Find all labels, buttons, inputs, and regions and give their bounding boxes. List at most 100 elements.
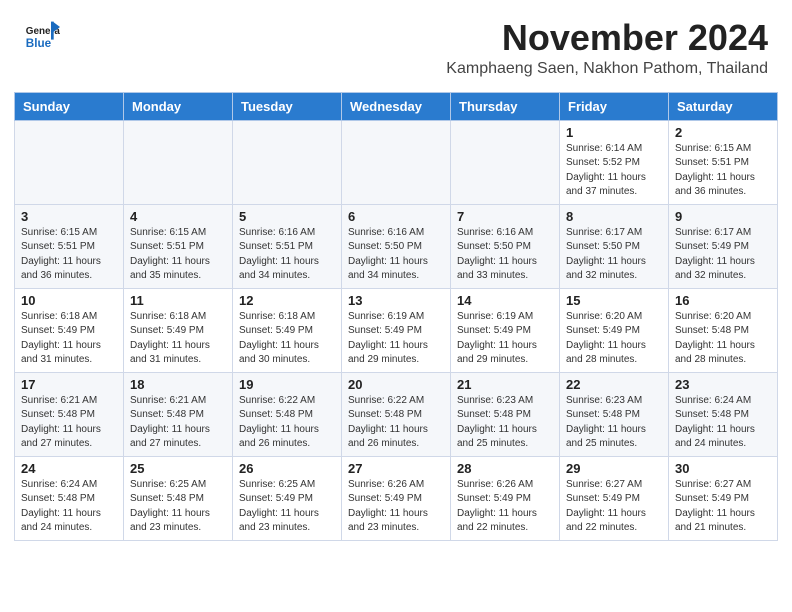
calendar-week-row: 24 Sunrise: 6:24 AMSunset: 5:48 PMDayligh…: [15, 456, 778, 540]
day-number: 2: [675, 125, 771, 140]
day-number: 21: [457, 377, 553, 392]
calendar-cell: 2 Sunrise: 6:15 AMSunset: 5:51 PMDaylight…: [669, 120, 778, 204]
calendar-cell: 9Sunrise: 6:17 AMSunset: 5:49 PMDaylight…: [669, 204, 778, 288]
calendar-cell: [342, 120, 451, 204]
title-block: November 2024 Kamphaeng Saen, Nakhon Pat…: [446, 18, 768, 78]
day-info: Sunrise: 6:19 AMSunset: 5:49 PMDaylight:…: [348, 310, 444, 368]
calendar-cell: 16Sunrise: 6:20 AMSunset: 5:48 PMDayligh…: [669, 288, 778, 372]
day-info: Sunrise: 6:16 AMSunset: 5:51 PMDaylight:…: [239, 226, 335, 284]
day-info: Sunrise: 6:16 AMSunset: 5:50 PMDaylight:…: [457, 226, 553, 284]
calendar-cell: 12 Sunrise: 6:18 AMSunset: 5:49 PMDayligh…: [233, 288, 342, 372]
calendar-table: SundayMondayTuesdayWednesdayThursdayFrid…: [14, 92, 778, 541]
day-number: 24: [21, 461, 117, 476]
calendar-cell: 17 Sunrise: 6:21 AMSunset: 5:48 PMDayligh…: [15, 372, 124, 456]
calendar-week-row: 3 Sunrise: 6:15 AMSunset: 5:51 PMDaylight…: [15, 204, 778, 288]
day-number: 1: [566, 125, 662, 140]
day-info: Sunrise: 6:20 AMSunset: 5:49 PMDaylight:…: [566, 310, 662, 368]
calendar-cell: 21 Sunrise: 6:23 AMSunset: 5:48 PMDayligh…: [451, 372, 560, 456]
day-info: Sunrise: 6:19 AMSunset: 5:49 PMDaylight:…: [457, 310, 553, 368]
day-number: 22: [566, 377, 662, 392]
column-header-saturday: Saturday: [669, 92, 778, 120]
day-number: 8: [566, 209, 662, 224]
day-info: Sunrise: 6:23 AMSunset: 5:48 PMDaylight:…: [457, 394, 553, 452]
day-info: Sunrise: 6:17 AMSunset: 5:50 PMDaylight:…: [566, 226, 662, 284]
day-number: 15: [566, 293, 662, 308]
day-info: Sunrise: 6:27 AMSunset: 5:49 PMDaylight:…: [675, 478, 771, 536]
day-info: Sunrise: 6:25 AMSunset: 5:48 PMDaylight:…: [130, 478, 226, 536]
column-header-tuesday: Tuesday: [233, 92, 342, 120]
day-info: Sunrise: 6:24 AMSunset: 5:48 PMDaylight:…: [21, 478, 117, 536]
day-number: 30: [675, 461, 771, 476]
day-number: 29: [566, 461, 662, 476]
day-info: Sunrise: 6:18 AMSunset: 5:49 PMDaylight:…: [130, 310, 226, 368]
day-number: 11: [130, 293, 226, 308]
calendar-cell: 8 Sunrise: 6:17 AMSunset: 5:50 PMDaylight…: [560, 204, 669, 288]
calendar-cell: [124, 120, 233, 204]
day-number: 14: [457, 293, 553, 308]
calendar-cell: 5Sunrise: 6:16 AMSunset: 5:51 PMDaylight…: [233, 204, 342, 288]
calendar-cell: 1 Sunrise: 6:14 AMSunset: 5:52 PMDaylight…: [560, 120, 669, 204]
day-number: 19: [239, 377, 335, 392]
day-info: Sunrise: 6:15 AMSunset: 5:51 PMDaylight:…: [130, 226, 226, 284]
calendar-week-row: 10 Sunrise: 6:18 AMSunset: 5:49 PMDayligh…: [15, 288, 778, 372]
calendar-cell: 13 Sunrise: 6:19 AMSunset: 5:49 PMDayligh…: [342, 288, 451, 372]
day-number: 10: [21, 293, 117, 308]
calendar-cell: 6Sunrise: 6:16 AMSunset: 5:50 PMDaylight…: [342, 204, 451, 288]
calendar-cell: 7 Sunrise: 6:16 AMSunset: 5:50 PMDaylight…: [451, 204, 560, 288]
calendar-cell: [451, 120, 560, 204]
day-info: Sunrise: 6:25 AMSunset: 5:49 PMDaylight:…: [239, 478, 335, 536]
calendar-header-row: SundayMondayTuesdayWednesdayThursdayFrid…: [15, 92, 778, 120]
day-info: Sunrise: 6:18 AMSunset: 5:49 PMDaylight:…: [239, 310, 335, 368]
column-header-wednesday: Wednesday: [342, 92, 451, 120]
column-header-friday: Friday: [560, 92, 669, 120]
column-header-thursday: Thursday: [451, 92, 560, 120]
day-number: 3: [21, 209, 117, 224]
day-info: Sunrise: 6:16 AMSunset: 5:50 PMDaylight:…: [348, 226, 444, 284]
calendar-cell: 4 Sunrise: 6:15 AMSunset: 5:51 PMDaylight…: [124, 204, 233, 288]
day-info: Sunrise: 6:22 AMSunset: 5:48 PMDaylight:…: [348, 394, 444, 452]
svg-text:Blue: Blue: [26, 37, 52, 50]
calendar-cell: 27 Sunrise: 6:26 AMSunset: 5:49 PMDayligh…: [342, 456, 451, 540]
day-number: 13: [348, 293, 444, 308]
calendar-cell: 22 Sunrise: 6:23 AMSunset: 5:48 PMDayligh…: [560, 372, 669, 456]
day-info: Sunrise: 6:21 AMSunset: 5:48 PMDaylight:…: [21, 394, 117, 452]
day-number: 17: [21, 377, 117, 392]
day-number: 12: [239, 293, 335, 308]
month-title: November 2024: [446, 18, 768, 58]
day-number: 4: [130, 209, 226, 224]
day-number: 20: [348, 377, 444, 392]
calendar-cell: 28 Sunrise: 6:26 AMSunset: 5:49 PMDayligh…: [451, 456, 560, 540]
day-number: 28: [457, 461, 553, 476]
day-number: 26: [239, 461, 335, 476]
calendar-cell: 26 Sunrise: 6:25 AMSunset: 5:49 PMDayligh…: [233, 456, 342, 540]
calendar-week-row: 17 Sunrise: 6:21 AMSunset: 5:48 PMDayligh…: [15, 372, 778, 456]
calendar-cell: 30 Sunrise: 6:27 AMSunset: 5:49 PMDayligh…: [669, 456, 778, 540]
calendar-cell: 14 Sunrise: 6:19 AMSunset: 5:49 PMDayligh…: [451, 288, 560, 372]
day-info: Sunrise: 6:15 AMSunset: 5:51 PMDaylight:…: [675, 142, 771, 200]
day-number: 9: [675, 209, 771, 224]
day-info: Sunrise: 6:18 AMSunset: 5:49 PMDaylight:…: [21, 310, 117, 368]
day-number: 7: [457, 209, 553, 224]
day-number: 23: [675, 377, 771, 392]
day-info: Sunrise: 6:27 AMSunset: 5:49 PMDaylight:…: [566, 478, 662, 536]
header: General Blue November 2024 Kamphaeng Sae…: [0, 0, 792, 82]
day-number: 18: [130, 377, 226, 392]
calendar-cell: 19 Sunrise: 6:22 AMSunset: 5:48 PMDayligh…: [233, 372, 342, 456]
calendar-cell: 25 Sunrise: 6:25 AMSunset: 5:48 PMDayligh…: [124, 456, 233, 540]
day-info: Sunrise: 6:14 AMSunset: 5:52 PMDaylight:…: [566, 142, 662, 200]
day-info: Sunrise: 6:26 AMSunset: 5:49 PMDaylight:…: [348, 478, 444, 536]
logo: General Blue: [24, 18, 60, 54]
calendar-cell: 18Sunrise: 6:21 AMSunset: 5:48 PMDayligh…: [124, 372, 233, 456]
calendar-cell: 3 Sunrise: 6:15 AMSunset: 5:51 PMDaylight…: [15, 204, 124, 288]
day-info: Sunrise: 6:24 AMSunset: 5:48 PMDaylight:…: [675, 394, 771, 452]
day-info: Sunrise: 6:26 AMSunset: 5:49 PMDaylight:…: [457, 478, 553, 536]
logo-icon: General Blue: [24, 18, 60, 54]
day-info: Sunrise: 6:23 AMSunset: 5:48 PMDaylight:…: [566, 394, 662, 452]
location-title: Kamphaeng Saen, Nakhon Pathom, Thailand: [446, 60, 768, 78]
day-info: Sunrise: 6:15 AMSunset: 5:51 PMDaylight:…: [21, 226, 117, 284]
day-number: 25: [130, 461, 226, 476]
calendar-cell: 10 Sunrise: 6:18 AMSunset: 5:49 PMDayligh…: [15, 288, 124, 372]
day-number: 27: [348, 461, 444, 476]
day-info: Sunrise: 6:22 AMSunset: 5:48 PMDaylight:…: [239, 394, 335, 452]
day-number: 16: [675, 293, 771, 308]
